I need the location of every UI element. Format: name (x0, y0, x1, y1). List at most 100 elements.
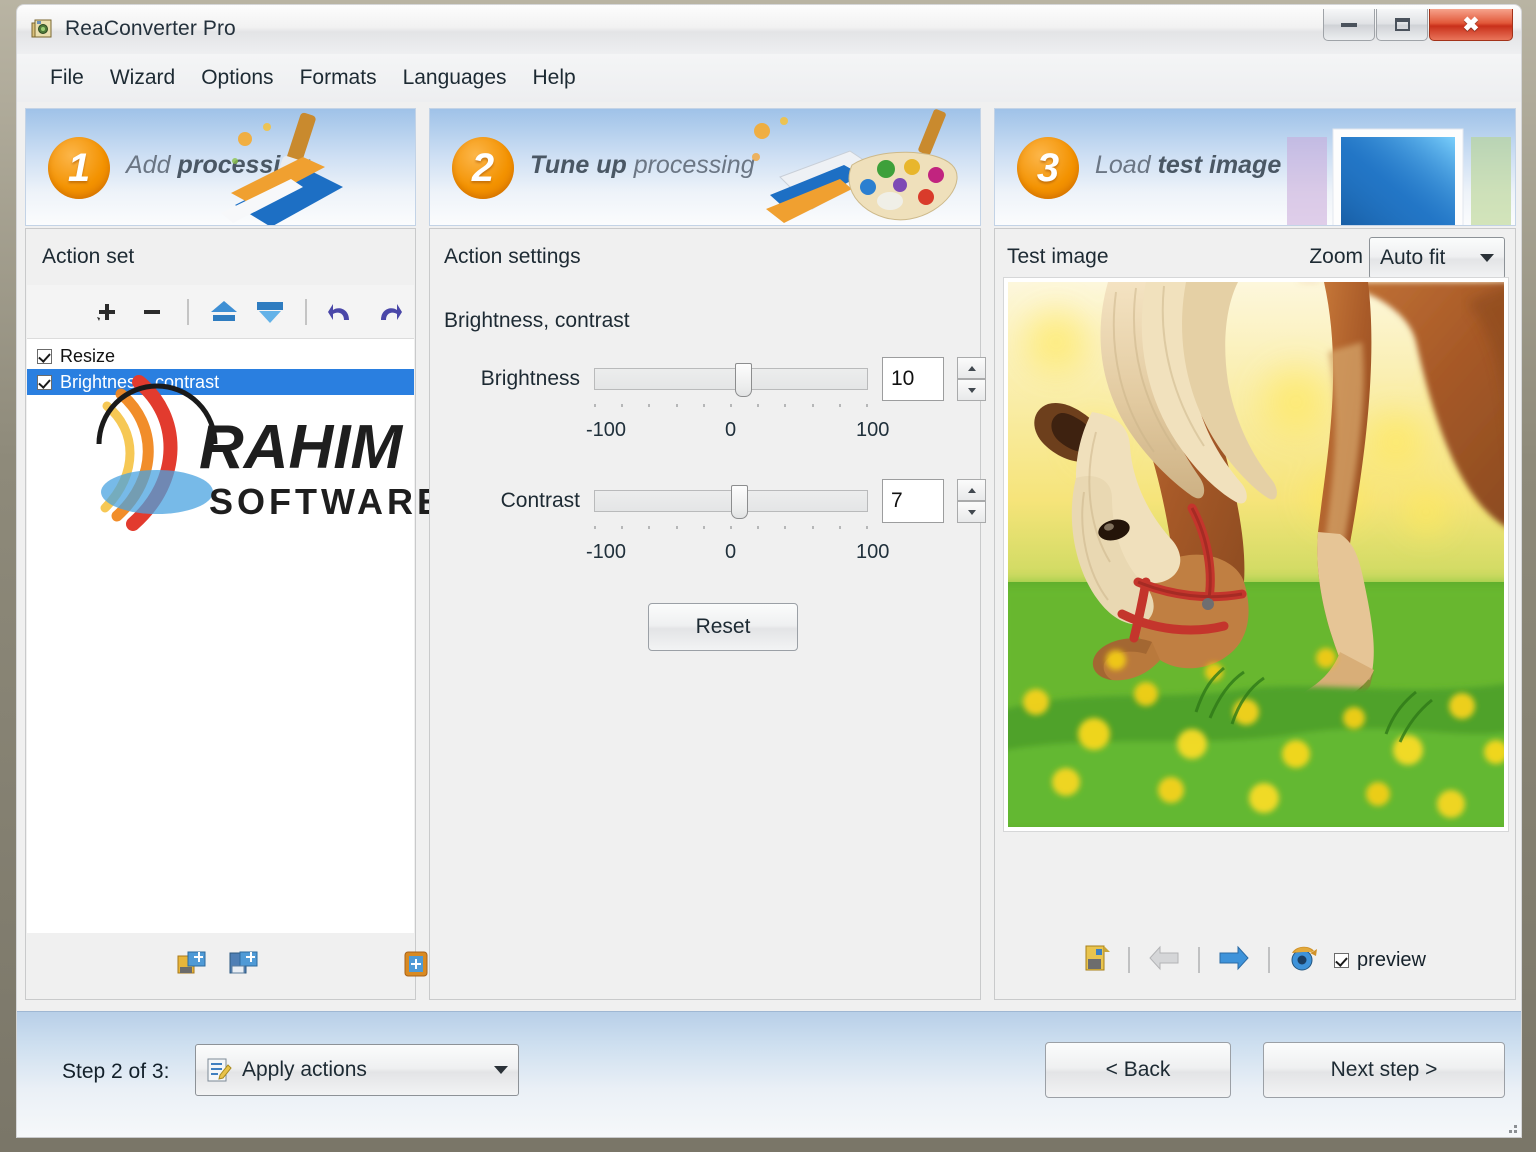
preview-toolbar-separator-2 (1198, 947, 1201, 973)
tick-label-mid: 0 (725, 419, 737, 441)
stepper-down-button[interactable] (957, 501, 986, 523)
tick-mark (675, 526, 678, 529)
tick-label-max: 100 (856, 541, 890, 563)
brightness-stepper[interactable] (957, 357, 986, 401)
test-image-box: Test image Zoom Auto fit preview (994, 228, 1516, 1000)
contrast-control-group: Contrast 7 -100 0 100 (440, 479, 986, 567)
tick-label-mid: 0 (725, 541, 737, 563)
apply-actions-icon (206, 1057, 232, 1083)
redo-icon[interactable] (371, 296, 405, 328)
contrast-label: Contrast (500, 489, 580, 512)
step-title-3-light: Load (1095, 151, 1158, 179)
tick-mark (811, 404, 814, 407)
list-item[interactable]: Brightness, contrast (27, 369, 414, 395)
stepper-up-button[interactable] (957, 357, 986, 379)
tick-mark (702, 404, 705, 407)
test-image-heading: Test image (1007, 245, 1109, 268)
zoom-dropdown[interactable]: Auto fit (1369, 237, 1505, 279)
open-action-set-icon[interactable] (177, 950, 207, 983)
chevron-down-icon (494, 1066, 508, 1074)
next-image-icon[interactable] (1216, 943, 1252, 978)
tick-mark (866, 404, 868, 407)
menu-item-file[interactable]: File (39, 62, 95, 94)
back-button[interactable]: < Back (1045, 1042, 1231, 1098)
slider-thumb[interactable] (731, 485, 749, 519)
tick-mark (621, 526, 624, 529)
brightness-tick-marks (594, 401, 868, 411)
undo-icon[interactable] (325, 296, 359, 328)
tick-mark (811, 526, 814, 529)
maximize-button[interactable] (1376, 9, 1428, 41)
reset-button[interactable]: Reset (648, 603, 798, 651)
menu-item-formats[interactable]: Formats (289, 62, 388, 94)
tick-mark (784, 404, 787, 407)
step-banner-3: 3 Load test image (994, 108, 1516, 226)
stepper-up-button[interactable] (957, 479, 986, 501)
move-down-icon[interactable] (253, 296, 287, 328)
slider-track (594, 368, 868, 390)
slider-thumb[interactable] (735, 363, 753, 397)
tick-mark (784, 526, 787, 529)
step-title-1-light: Add (126, 151, 178, 179)
refresh-preview-icon[interactable] (1286, 943, 1318, 978)
title-bar: ReaConverter Pro ✖ (16, 4, 1522, 54)
application-window: ReaConverter Pro ✖ File Wizard Options F… (0, 0, 1536, 1152)
preview-checkbox-group[interactable]: preview (1334, 949, 1426, 972)
tick-mark (866, 526, 868, 529)
save-action-set-icon[interactable] (229, 950, 259, 983)
contrast-tick-labels: -100 0 100 (586, 541, 889, 567)
remove-action-icon[interactable] (135, 296, 169, 328)
chevron-down-icon (967, 509, 976, 515)
action-set-toolbar (27, 285, 414, 339)
tick-mark (648, 526, 651, 529)
toolbar-separator (187, 298, 189, 325)
tick-mark (730, 526, 732, 529)
brightness-slider[interactable] (594, 363, 868, 397)
test-image-preview[interactable] (1003, 277, 1509, 832)
previous-image-icon[interactable] (1146, 943, 1182, 978)
contrast-stepper[interactable] (957, 479, 986, 523)
tick-mark (838, 526, 841, 529)
action-settings-subheading: Brightness, contrast (444, 309, 630, 332)
stepper-down-button[interactable] (957, 379, 986, 401)
chevron-up-icon (967, 365, 976, 371)
close-button[interactable]: ✖ (1429, 9, 1513, 41)
action-list[interactable]: Resize Brightness, contrast (27, 339, 414, 933)
preview-checkbox[interactable] (1334, 952, 1350, 968)
list-item[interactable]: Resize (27, 343, 414, 369)
chevron-down-icon (1480, 254, 1494, 262)
tick-mark (648, 404, 651, 407)
menu-item-options[interactable]: Options (190, 62, 284, 94)
contrast-row: Contrast 7 (440, 479, 986, 523)
move-up-icon[interactable] (207, 296, 241, 328)
maximize-icon (1394, 18, 1410, 31)
action-settings-heading: Action settings (444, 245, 581, 268)
add-action-icon[interactable] (89, 296, 123, 328)
contrast-value-field[interactable]: 7 (882, 479, 944, 523)
zoom-value: Auto fit (1380, 246, 1446, 269)
resize-grip[interactable] (1503, 1119, 1517, 1133)
step-number-3: 3 (1017, 137, 1079, 199)
action-checkbox[interactable] (37, 374, 52, 390)
palette-art (740, 109, 980, 225)
next-step-button[interactable]: Next step > (1263, 1042, 1505, 1098)
app-icon (31, 18, 55, 42)
client-area: 1 Add processing Action set Resize Brigh… (16, 102, 1522, 1138)
apply-actions-dropdown[interactable]: Apply actions (195, 1044, 519, 1096)
tick-mark (757, 526, 760, 529)
contrast-slider[interactable] (594, 485, 868, 519)
menu-bar: File Wizard Options Formats Languages He… (16, 54, 1522, 102)
step-title-2-bold: Tune up (530, 151, 634, 179)
brightness-control-group: Brightness 10 -100 0 100 (440, 357, 986, 445)
action-checkbox[interactable] (37, 348, 52, 364)
minimize-button[interactable] (1323, 9, 1375, 41)
menu-item-wizard[interactable]: Wizard (99, 62, 186, 94)
contrast-tick-marks (594, 523, 868, 533)
open-image-icon[interactable] (1084, 943, 1112, 978)
menu-item-help[interactable]: Help (522, 62, 587, 94)
menu-item-languages[interactable]: Languages (392, 62, 518, 94)
wizard-footer: Step 2 of 3: Apply actions < Back Next s… (17, 1011, 1521, 1137)
toolbar-separator-2 (305, 298, 307, 325)
tick-label-min: -100 (586, 541, 627, 563)
brightness-value-field[interactable]: 10 (882, 357, 944, 401)
